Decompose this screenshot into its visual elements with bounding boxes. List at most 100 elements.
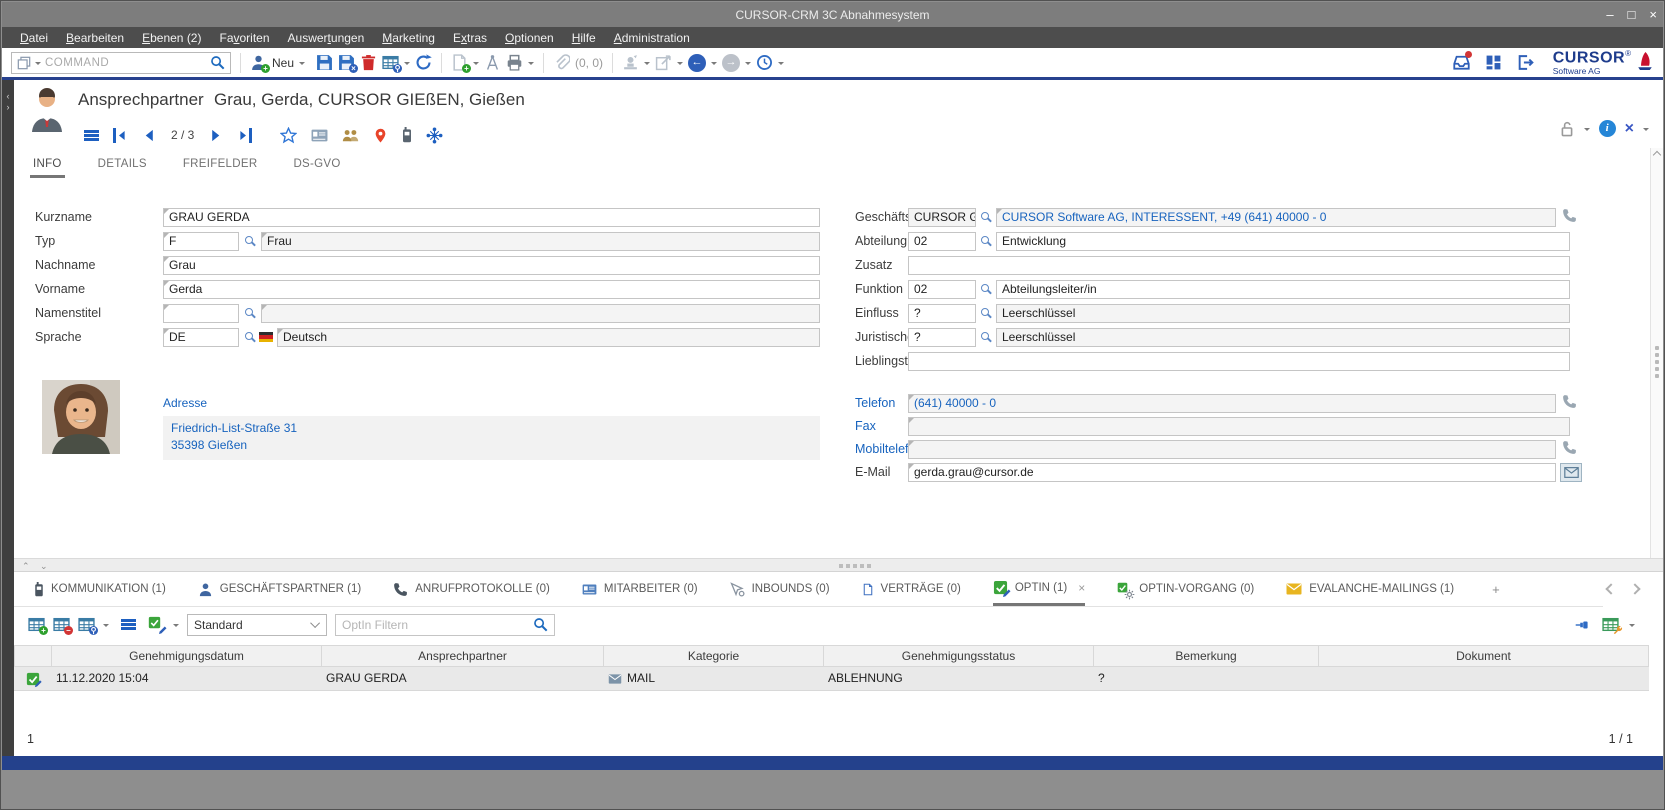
telefon-label[interactable]: Telefon (855, 396, 895, 410)
list-menu-icon[interactable] (121, 619, 136, 630)
fax-label[interactable]: Fax (855, 419, 876, 433)
splitter-collapse-down-icon[interactable]: ⌄ (40, 562, 48, 570)
maximize-button[interactable]: □ (1628, 7, 1636, 22)
geschaeftspartner-call-icon[interactable] (1562, 208, 1577, 223)
einfluss-text-field[interactable]: Leerschlüssel (996, 304, 1570, 323)
lieblingsthema-field[interactable] (908, 352, 1570, 371)
namenstitel-code-field[interactable] (163, 304, 239, 323)
command-scope-icon[interactable] (17, 56, 31, 70)
tab-optin-vorgang[interactable]: OPTIN-VORGANG (0) (1117, 572, 1254, 606)
sprache-lookup-icon[interactable] (245, 332, 253, 340)
panel-drag-handle[interactable] (1655, 346, 1659, 378)
juristische-vollmacht-text-field[interactable]: Leerschlüssel (996, 328, 1570, 347)
history-caret[interactable] (778, 62, 784, 68)
typ-lookup-icon[interactable] (245, 236, 253, 244)
print-caret[interactable] (528, 62, 534, 68)
filter-search-icon[interactable] (533, 617, 548, 632)
people-group-icon[interactable] (342, 127, 359, 144)
nav-forward-icon[interactable]: → (722, 54, 740, 72)
typ-text-field[interactable]: Frau (261, 232, 820, 251)
geschaeftspartner-lookup-icon[interactable] (981, 212, 989, 220)
table-search-caret[interactable] (404, 62, 410, 68)
menu-administration[interactable]: Administration (606, 29, 698, 47)
sprache-code-field[interactable]: DE (163, 328, 239, 347)
tab-optin[interactable]: OPTIN (1)× (993, 572, 1085, 606)
map-pin-icon[interactable] (373, 127, 388, 144)
nav-forward-caret[interactable] (745, 62, 751, 68)
abteilung-text-field[interactable]: Entwicklung (996, 232, 1570, 251)
tab-evalanche-mailings[interactable]: EVALANCHE-MAILINGS (1) (1286, 572, 1454, 606)
command-search-icon[interactable] (210, 55, 225, 70)
telefon-field[interactable]: (641) 40000 - 0 (908, 394, 1556, 413)
mobile-device-icon[interactable] (402, 127, 412, 143)
scroll-up-icon[interactable] (1653, 151, 1661, 159)
left-collapse-strip[interactable]: ‹› (2, 80, 14, 756)
last-record-icon[interactable] (237, 128, 252, 143)
tab-dsgvo[interactable]: DS-GVO (290, 158, 343, 178)
lock-caret[interactable] (1584, 128, 1590, 134)
command-input[interactable] (45, 57, 206, 69)
adresse-box[interactable]: Friedrich-List-Straße 31 35398 Gießen (163, 416, 820, 460)
header-icon-col[interactable] (14, 645, 52, 667)
table-settings-caret[interactable] (1629, 624, 1635, 630)
email-send-icon[interactable] (1560, 463, 1582, 482)
first-record-icon[interactable] (113, 128, 128, 143)
sprache-text-field[interactable]: Deutsch (277, 328, 820, 347)
next-record-icon[interactable] (208, 128, 223, 143)
menu-datei[interactable]: Datei (12, 29, 56, 47)
header-kategorie[interactable]: Kategorie (604, 645, 824, 667)
new-record-label[interactable]: Neu (272, 56, 294, 70)
typ-code-field[interactable]: F (163, 232, 239, 251)
tab-details[interactable]: DETAILS (95, 158, 150, 178)
funktion-text-field[interactable]: Abteilungsleiter/in (996, 280, 1570, 299)
mobiltelefon-call-icon[interactable] (1562, 440, 1577, 455)
notifications-icon[interactable] (1453, 54, 1470, 71)
nav-back-icon[interactable]: ← (688, 54, 706, 72)
record-menu-icon[interactable] (84, 130, 99, 141)
menu-extras[interactable]: Extras (445, 29, 495, 47)
filter-box[interactable] (335, 614, 555, 636)
search-rows-icon[interactable]: ⚲ (78, 616, 95, 633)
pin-panel-icon[interactable] (1572, 618, 1592, 632)
print-icon[interactable] (506, 54, 523, 71)
splitter-grip[interactable] (839, 564, 871, 568)
tab-anrufprotokolle[interactable]: ANRUFPROTOKOLLE (0) (393, 572, 550, 606)
header-bemerkung[interactable]: Bemerkung (1094, 645, 1319, 667)
export-icon[interactable] (655, 54, 672, 71)
relations-network-icon[interactable] (426, 127, 443, 144)
form-scrollbar[interactable] (1650, 148, 1663, 558)
funktion-code-field[interactable]: 02 (908, 280, 976, 299)
tab-vertraege[interactable]: VERTRÄGE (0) (862, 572, 961, 606)
einfluss-code-field[interactable]: ? (908, 304, 976, 323)
funktion-lookup-icon[interactable] (981, 284, 989, 292)
save-close-icon[interactable]: × (338, 54, 355, 71)
header-genehmigungsdatum[interactable]: Genehmigungsdatum (52, 645, 322, 667)
tab-freifelder[interactable]: FREIFELDER (180, 158, 261, 178)
view-select[interactable]: Standard (187, 614, 327, 636)
tabs-scroll-left-icon[interactable] (1605, 583, 1616, 594)
abteilung-code-field[interactable]: 02 (908, 232, 976, 251)
attachment-icon[interactable] (553, 54, 570, 71)
history-icon[interactable] (756, 54, 773, 71)
table-settings-icon[interactable] (1602, 616, 1619, 633)
juristische-vollmacht-code-field[interactable]: ? (908, 328, 976, 347)
menu-optionen[interactable]: Optionen (497, 29, 562, 47)
mobiltelefon-field[interactable] (908, 440, 1556, 459)
export-caret[interactable] (677, 62, 683, 68)
adresse-link[interactable]: Adresse (163, 396, 207, 410)
search-rows-caret[interactable] (103, 624, 109, 630)
menu-bearbeiten[interactable]: Bearbeiten (58, 29, 132, 47)
header-dokument[interactable]: Dokument (1319, 645, 1649, 667)
info-icon[interactable]: i (1599, 120, 1616, 137)
zusatz-field[interactable] (908, 256, 1570, 275)
delete-icon[interactable] (360, 54, 377, 71)
horizontal-splitter[interactable]: ⌃ ⌄ (14, 558, 1663, 572)
tab-info[interactable]: INFO (30, 158, 65, 178)
header-ansprechpartner[interactable]: Ansprechpartner (322, 645, 604, 667)
table-row[interactable]: 11.12.2020 15:04 GRAU GERDA MAIL ABLEHNU… (14, 667, 1649, 691)
tab-mitarbeiter[interactable]: MITARBEITER (0) (582, 572, 698, 606)
tiles-icon[interactable] (1485, 54, 1502, 71)
logout-icon[interactable] (1517, 54, 1534, 71)
stamp-caret[interactable] (644, 62, 650, 68)
menu-ebenen[interactable]: Ebenen (2) (134, 29, 209, 47)
